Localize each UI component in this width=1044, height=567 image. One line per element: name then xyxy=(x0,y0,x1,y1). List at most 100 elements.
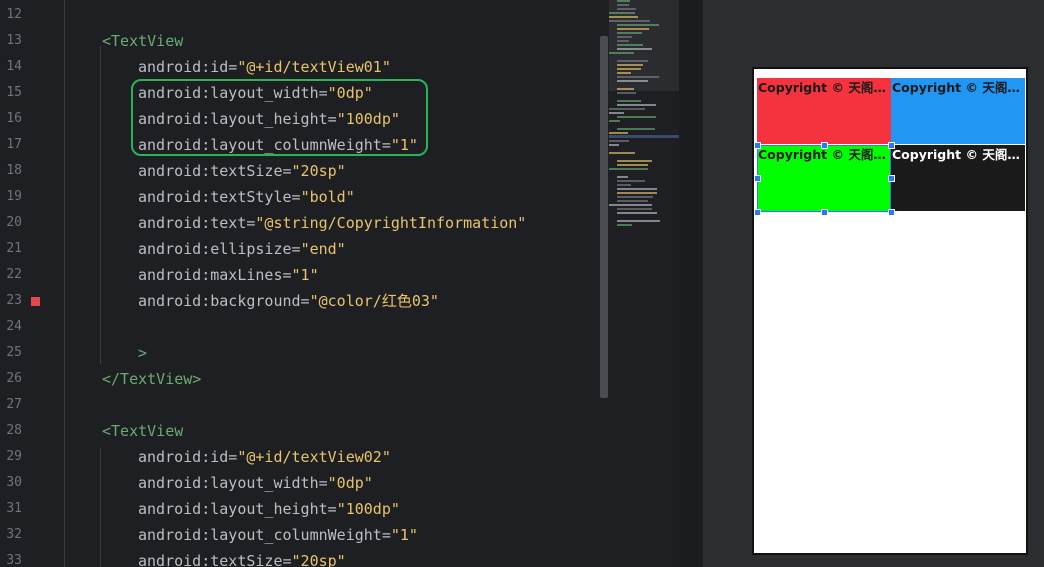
minimap-line xyxy=(609,168,648,170)
attribute-value-token: "@+id/textView02" xyxy=(237,448,391,466)
line-number: 21 xyxy=(6,241,22,256)
minimap-line xyxy=(617,24,659,26)
code-line[interactable]: android:layout_height="100dp" xyxy=(138,496,400,522)
minimap-line xyxy=(617,128,655,130)
code-line[interactable]: android:id="@+id/textView01" xyxy=(138,54,391,80)
line-number: 33 xyxy=(6,553,22,567)
line-number: 30 xyxy=(6,475,22,490)
minimap-line xyxy=(617,4,629,6)
breakpoint-marker-icon[interactable] xyxy=(31,297,40,306)
minimap-line xyxy=(609,108,645,110)
line-number-gutter[interactable]: 12 13 14 15 16 17 18 19 20 21 22 23 24 25 26 27 28 29 30 31… xyxy=(0,0,65,567)
minimap-line xyxy=(617,80,648,82)
attribute-value-token: "@color/红色03" xyxy=(309,292,439,310)
minimap-line xyxy=(609,204,652,206)
minimap-line xyxy=(609,144,619,146)
code-line[interactable]: android:layout_columnWeight="1" xyxy=(138,522,418,548)
code-editor[interactable]: 12 13 14 15 16 17 18 19 20 21 22 23 24 25 26 27 28 29 30 31… xyxy=(0,0,679,567)
attribute-value-token: "20sp" xyxy=(291,162,346,180)
minimap-separator xyxy=(609,135,679,138)
resize-handle[interactable] xyxy=(753,141,761,149)
attribute-value-token: "@+id/textView01" xyxy=(237,58,391,76)
resize-handle[interactable] xyxy=(820,141,828,149)
code-line[interactable]: android:textStyle="bold" xyxy=(138,184,355,210)
attribute-name-token: android:textSize= xyxy=(138,162,292,180)
minimap-line xyxy=(617,8,636,10)
selected-view-outline xyxy=(757,145,891,212)
code-line[interactable]: <TextView xyxy=(102,418,183,444)
attribute-name-token: android:layout_columnWeight= xyxy=(138,526,391,544)
minimap-line xyxy=(617,208,652,210)
line-number: 15 xyxy=(6,85,22,100)
preview-textview-4[interactable]: Copyright © 天阁创意 xyxy=(891,145,1025,211)
preview-textview-1[interactable]: Copyright © 天阁创意 xyxy=(757,78,891,144)
minimap-line xyxy=(617,224,632,226)
line-number: 26 xyxy=(6,371,22,386)
minimap-line xyxy=(617,200,648,202)
line-number: 14 xyxy=(6,59,22,74)
minimap-line xyxy=(617,36,632,38)
code-line[interactable]: android:background="@color/红色03" xyxy=(138,288,439,314)
code-line[interactable]: android:textSize="20sp" xyxy=(138,158,346,184)
minimap-line xyxy=(617,188,657,190)
resize-handle[interactable] xyxy=(887,141,895,149)
attribute-name-token: android:layout_width= xyxy=(138,474,328,492)
attribute-name-token: android:textSize= xyxy=(138,552,292,567)
code-line[interactable]: </TextView> xyxy=(102,366,201,392)
minimap-line xyxy=(617,72,631,74)
line-number: 23 xyxy=(6,293,22,308)
code-line[interactable]: <TextView xyxy=(102,28,183,54)
minimap-line xyxy=(609,112,624,114)
resize-handle[interactable] xyxy=(820,208,828,216)
minimap-line xyxy=(609,140,629,142)
minimap-line xyxy=(609,12,635,14)
minimap-line xyxy=(617,164,648,166)
attribute-value-token: "1" xyxy=(390,526,418,544)
minimap-line xyxy=(609,132,628,134)
minimap-line xyxy=(617,104,656,106)
attribute-value-token: "1" xyxy=(291,266,319,284)
minimap-line xyxy=(617,116,656,118)
resize-handle[interactable] xyxy=(887,175,895,182)
indent-guide xyxy=(64,0,65,567)
attribute-name-token: android:id= xyxy=(138,58,238,76)
code-line[interactable]: android:layout_width="0dp" xyxy=(138,470,373,496)
code-line[interactable]: android:ellipsize="end" xyxy=(138,236,346,262)
line-number: 31 xyxy=(6,501,22,516)
line-number: 22 xyxy=(6,267,22,282)
vertical-scrollbar[interactable] xyxy=(600,36,608,398)
attribute-name-token: android:layout_height= xyxy=(138,500,337,518)
minimap-line xyxy=(617,184,631,186)
minimap-line xyxy=(617,60,648,62)
minimap-line xyxy=(617,212,657,214)
code-line[interactable]: android:textSize="20sp" xyxy=(138,548,346,567)
code-line[interactable]: android:maxLines="1" xyxy=(138,262,319,288)
minimap-line xyxy=(617,220,660,222)
minimap-line xyxy=(609,16,638,18)
line-number: 28 xyxy=(6,423,22,438)
minimap-line xyxy=(617,0,630,2)
minimap-line xyxy=(617,44,643,46)
code-line[interactable]: > xyxy=(138,340,147,366)
attribute-name-token: android:textStyle= xyxy=(138,188,301,206)
line-number: 24 xyxy=(6,319,22,334)
minimap-line xyxy=(617,32,642,34)
pane-divider[interactable] xyxy=(679,0,703,567)
resize-handle[interactable] xyxy=(887,208,895,216)
preview-textview-2[interactable]: Copyright © 天阁创意 xyxy=(891,78,1025,144)
xml-tag-token: <TextView xyxy=(102,422,184,440)
line-number: 32 xyxy=(6,527,22,542)
code-minimap[interactable] xyxy=(609,0,679,567)
code-line[interactable]: android:id="@+id/textView02" xyxy=(138,444,391,470)
indent-guide xyxy=(100,448,101,567)
line-number: 12 xyxy=(6,7,22,22)
minimap-line xyxy=(617,88,634,90)
minimap-line xyxy=(617,48,652,50)
resize-handle[interactable] xyxy=(753,175,761,182)
minimap-line xyxy=(617,92,636,94)
resize-handle[interactable] xyxy=(753,208,761,216)
minimap-line xyxy=(609,52,634,54)
xml-tag-token: <TextView xyxy=(102,32,184,50)
code-line[interactable]: android:text="@string/CopyrightInformati… xyxy=(138,210,526,236)
minimap-line xyxy=(617,40,629,42)
